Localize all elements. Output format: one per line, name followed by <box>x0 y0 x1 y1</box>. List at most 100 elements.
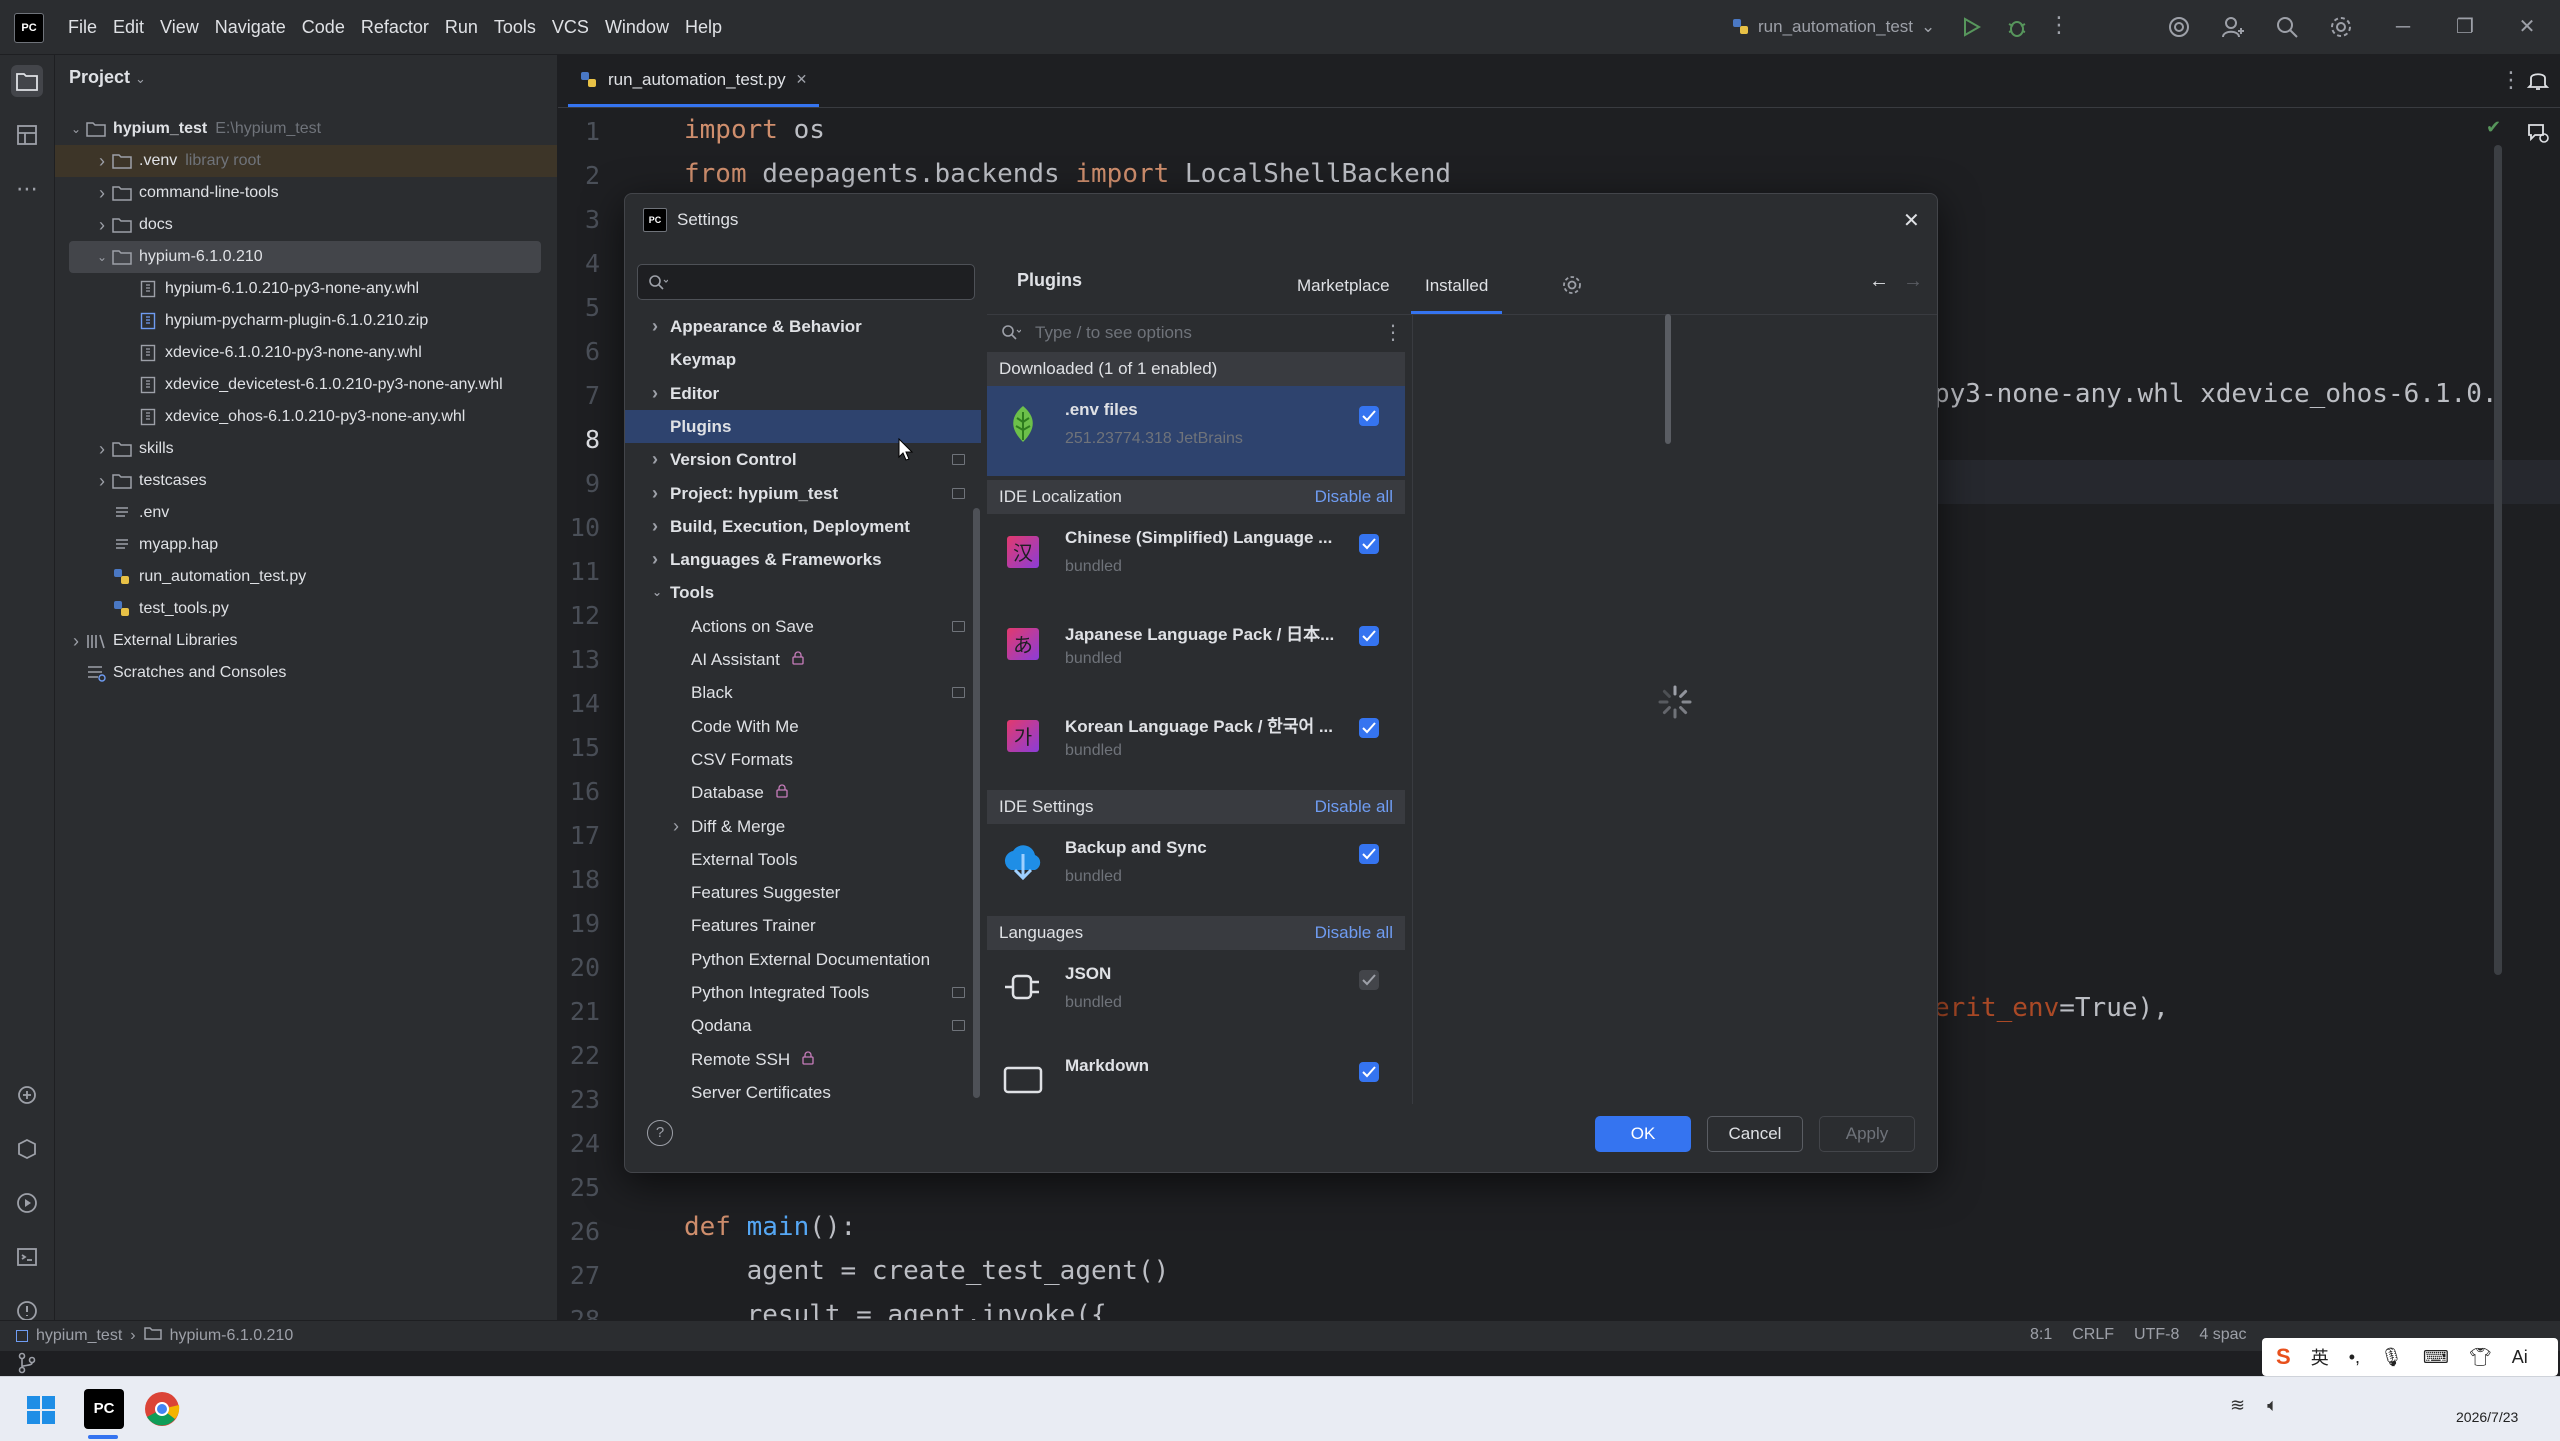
tab-options-icon[interactable]: ⋮ <box>2500 67 2522 93</box>
menu-edit[interactable]: Edit <box>105 17 152 38</box>
plugin-enabled-checkbox[interactable] <box>1359 1062 1379 1082</box>
settings-nav-server-certificates[interactable]: Server Certificates <box>625 1076 981 1100</box>
chevron-right-icon[interactable]: › <box>673 810 687 843</box>
disable-all-link[interactable]: Disable all <box>1315 790 1393 824</box>
plugin-enabled-checkbox[interactable] <box>1359 844 1379 864</box>
plugin-row[interactable]: 가 Korean Language Pack / 한국어 ... bundled <box>987 698 1405 788</box>
line-number[interactable]: 13 <box>558 645 600 674</box>
line-number[interactable]: 1 <box>558 117 600 146</box>
chevron-right-icon[interactable]: › <box>93 145 111 177</box>
tree-file-row[interactable]: test_tools.py <box>55 593 557 625</box>
code-line-2[interactable]: from deepagents.backends import LocalShe… <box>684 159 1451 189</box>
chevron-right-icon[interactable]: › <box>652 477 666 510</box>
project-panel-title[interactable]: Project ⌄ <box>69 67 146 88</box>
tree-folder-row[interactable]: ⌄ hypium-6.1.0.210 <box>69 241 541 273</box>
skin-icon[interactable]: 👕︎ <box>2469 1347 2492 1368</box>
menu-run[interactable]: Run <box>437 17 486 38</box>
file-encoding[interactable]: UTF-8 <box>2134 1326 2179 1344</box>
tree-file-row[interactable]: hypium-pycharm-plugin-6.1.0.210.zip <box>55 305 557 337</box>
line-number[interactable]: 25 <box>558 1173 600 1202</box>
menu-navigate[interactable]: Navigate <box>207 17 294 38</box>
terminal-icon[interactable] <box>11 1241 43 1273</box>
editor-tab[interactable]: run_automation_test.py ✕ <box>568 55 820 107</box>
menu-view[interactable]: View <box>152 17 207 38</box>
settings-nav-actions-on-save[interactable]: Actions on Save <box>625 610 981 643</box>
keyboard-icon[interactable]: ⌨︎ <box>2423 1347 2449 1368</box>
volume-icon[interactable]: 🔈︎ <box>2267 1395 2278 1416</box>
line-number[interactable]: 3 <box>558 205 600 234</box>
disable-all-link[interactable]: Disable all <box>1315 916 1393 950</box>
chevron-down-icon[interactable]: ⌄ <box>652 576 666 609</box>
plugin-enabled-checkbox[interactable] <box>1359 718 1379 738</box>
cancel-button[interactable]: Cancel <box>1707 1116 1803 1152</box>
run-config-selector[interactable]: run_automation_test ⌄ <box>1732 12 1935 42</box>
more-actions-icon[interactable]: ⋮ <box>2048 14 2074 40</box>
tree-folder-row[interactable]: › docs <box>55 209 557 241</box>
ai-assistant-icon[interactable] <box>2166 14 2192 40</box>
line-number[interactable]: 9 <box>558 469 600 498</box>
line-number[interactable]: 16 <box>558 777 600 806</box>
run-tool-icon[interactable] <box>11 1187 43 1219</box>
plugin-search-input[interactable]: Type / to see options ⋮ <box>987 314 1412 352</box>
help-button[interactable]: ? <box>647 1120 673 1146</box>
pycharm-logo-icon[interactable]: PC <box>14 13 44 43</box>
menu-window[interactable]: Window <box>597 17 677 38</box>
code-line-26[interactable]: def main(): <box>684 1212 856 1242</box>
notifications-bell-icon[interactable] <box>2526 67 2550 98</box>
settings-nav-python-external-documentation[interactable]: Python External Documentation <box>625 943 981 976</box>
settings-nav-external-tools[interactable]: External Tools <box>625 843 981 876</box>
line-number[interactable]: 12 <box>558 601 600 630</box>
menu-file[interactable]: File <box>60 17 105 38</box>
caret-position[interactable]: 8:1 <box>2030 1326 2052 1344</box>
settings-nav-database[interactable]: Database <box>625 776 981 809</box>
structure-icon[interactable] <box>11 119 43 151</box>
chevron-right-icon[interactable]: › <box>93 465 111 497</box>
line-number[interactable]: 24 <box>558 1129 600 1158</box>
plugin-settings-gear-icon[interactable] <box>1561 274 1583 301</box>
chevron-right-icon[interactable]: › <box>652 310 666 343</box>
line-number[interactable]: 17 <box>558 821 600 850</box>
wifi-icon[interactable]: ≋ <box>2230 1395 2245 1416</box>
chevron-down-icon[interactable]: ⌄ <box>67 113 85 145</box>
more-tools-icon[interactable]: ⋯ <box>11 173 43 205</box>
line-number[interactable]: 4 <box>558 249 600 278</box>
line-number[interactable]: 11 <box>558 557 600 586</box>
chevron-right-icon[interactable]: › <box>652 543 666 576</box>
line-number[interactable]: 26 <box>558 1217 600 1246</box>
settings-nav-python-integrated-tools[interactable]: Python Integrated Tools <box>625 976 981 1009</box>
chrome-taskbar-icon[interactable] <box>144 1391 180 1432</box>
settings-nav-tools[interactable]: ⌄ Tools <box>625 576 981 609</box>
tree-file-row[interactable]: xdevice_ohos-6.1.0.210-py3-none-any.whl <box>55 401 557 433</box>
breadcrumb-item[interactable]: hypium_test <box>36 1327 122 1345</box>
ime-mode-label[interactable]: 英 <box>2311 1344 2329 1370</box>
editor-vertical-scrollbar[interactable] <box>2494 145 2502 975</box>
tree-file-row[interactable]: .env <box>55 497 557 529</box>
code-line-27[interactable]: agent = create_test_agent() <box>684 1256 1170 1286</box>
tree-folder-row[interactable]: › testcases <box>55 465 557 497</box>
plugin-list-scrollbar[interactable] <box>1665 314 1671 444</box>
settings-search-input[interactable] <box>637 264 975 300</box>
plugin-row[interactable]: 汉 Chinese (Simplified) Language ... bundle… <box>987 514 1405 604</box>
line-number[interactable]: 7 <box>558 381 600 410</box>
tree-folder-row[interactable]: › command-line-tools <box>55 177 557 209</box>
close-window-icon[interactable]: ✕ <box>2514 14 2540 40</box>
ok-button[interactable]: OK <box>1595 1116 1691 1152</box>
microphone-icon[interactable]: 🎙︎ <box>2380 1347 2403 1368</box>
line-number[interactable]: 18 <box>558 865 600 894</box>
menu-code[interactable]: Code <box>294 17 353 38</box>
sogou-ime-icon[interactable]: S <box>2276 1344 2291 1370</box>
settings-nav-qodana[interactable]: Qodana <box>625 1009 981 1042</box>
plugin-row[interactable]: あ Japanese Language Pack / 日本... bundled <box>987 606 1405 696</box>
line-separator[interactable]: CRLF <box>2072 1326 2114 1344</box>
plugin-row[interactable]: .env files 251.23774.318 JetBrains <box>987 386 1405 476</box>
chevron-right-icon[interactable]: › <box>93 177 111 209</box>
apply-button[interactable]: Apply <box>1819 1116 1915 1152</box>
line-number[interactable]: 23 <box>558 1085 600 1114</box>
code-line-1[interactable]: import os <box>684 115 825 145</box>
chevron-right-icon[interactable]: › <box>652 510 666 543</box>
line-number[interactable]: 14 <box>558 689 600 718</box>
tree-file-row[interactable]: xdevice-6.1.0.210-py3-none-any.whl <box>55 337 557 369</box>
ai-ime-icon[interactable]: Ai <box>2512 1347 2528 1368</box>
debug-icon[interactable] <box>2004 14 2030 40</box>
run-icon[interactable] <box>1958 14 1984 40</box>
